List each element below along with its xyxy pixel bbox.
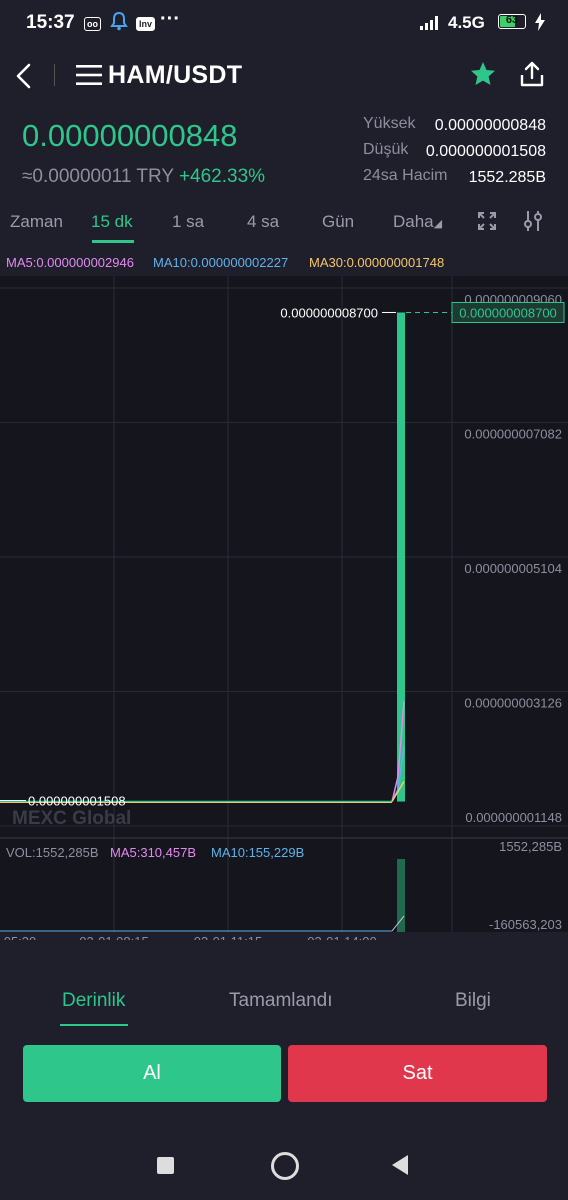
fullscreen-icon[interactable] xyxy=(477,211,497,236)
top-bar: HAM/USDT xyxy=(0,50,568,102)
high-marker-label: 0.000000008700 xyxy=(280,305,378,320)
price-tick-label: 0.000000003126 xyxy=(464,696,562,711)
high-value: 0.00000000848 xyxy=(434,117,546,134)
tab-info[interactable]: Bilgi xyxy=(455,990,491,1012)
share-icon[interactable] xyxy=(519,60,545,93)
volume-max-label: 1552,285B xyxy=(499,839,562,854)
charging-icon xyxy=(534,13,546,36)
favorite-star-icon[interactable] xyxy=(469,60,497,93)
status-time: 15:37 xyxy=(26,12,75,33)
volume-24h-label: 24sa Hacim xyxy=(363,167,448,184)
ma10-label: MA10:0.000000002227 xyxy=(153,255,289,270)
status-bar: 15:37 oo Inv ··· 4.5G 63 xyxy=(0,0,568,46)
price-tick-label: 0.000000005104 xyxy=(464,561,562,576)
bottom-tab-indicator xyxy=(60,1024,128,1026)
recent-apps-icon[interactable] xyxy=(157,1157,174,1174)
price-tick-label: 0.000000007082 xyxy=(464,427,562,442)
back-arrow-icon[interactable] xyxy=(12,62,36,95)
tab-15m[interactable]: 15 dk xyxy=(91,212,133,232)
tab-4h[interactable]: 4 sa xyxy=(247,212,279,232)
signal-icon xyxy=(420,16,442,35)
low-value: 0.000000001508 xyxy=(425,143,546,160)
ma5-label: MA5:0.000000002946 xyxy=(6,255,134,270)
home-icon[interactable] xyxy=(271,1152,299,1180)
kline-svg[interactable]: 0.0000000090600.0000000070820.0000000051… xyxy=(0,276,568,949)
tab-active-indicator xyxy=(92,240,134,243)
battery-icon: 63 xyxy=(498,14,526,29)
triangle-down-icon: ◢ xyxy=(433,218,443,230)
sell-button[interactable]: Sat xyxy=(288,1045,547,1102)
tab-depth[interactable]: Derinlik xyxy=(62,990,125,1012)
volume-bar xyxy=(397,859,405,932)
kline-chart[interactable]: 0.000000009060 0.000000007082 0.0000000051… xyxy=(0,276,568,949)
price-tick-label: 0.000000001148 xyxy=(465,810,562,825)
pair-title[interactable]: HAM/USDT xyxy=(108,61,242,90)
change-percent: +462.33% xyxy=(178,166,266,187)
network-type: 4.5G xyxy=(448,13,485,32)
more-dots-icon: ··· xyxy=(160,8,180,30)
tab-time[interactable]: Zaman xyxy=(10,212,63,232)
inv-app-icon: Inv xyxy=(136,14,156,31)
indicator-settings-icon[interactable] xyxy=(522,209,544,238)
time-tick-label: 03-01 08:15 xyxy=(79,934,148,940)
high-label: Yüksek xyxy=(363,115,416,132)
volume-ma10: MA10:155,229B xyxy=(211,845,304,860)
voicemail-icon: oo xyxy=(84,14,101,31)
price-sub-line: ≈0.00000011 TRY +462.33% xyxy=(22,166,265,188)
time-tick-label: 03-01 11:15 xyxy=(194,934,262,940)
ma-legend: MA5:0.000000002946 MA10:0.000000002227 M… xyxy=(0,248,568,276)
last-price: 0.00000000848 xyxy=(22,118,238,153)
time-tick-label: 05:30 xyxy=(4,934,37,940)
volume-header: VOL:1552,285B xyxy=(6,845,99,860)
tab-1h[interactable]: 1 sa xyxy=(172,212,204,232)
volume-24h-value: 1552.285B xyxy=(468,169,546,186)
try-equivalent: ≈0.00000011 TRY xyxy=(22,166,174,187)
low-marker-label: 0.000000001508 xyxy=(28,794,126,809)
volume-min-label: -160563,203 xyxy=(489,917,562,932)
buy-button[interactable]: Al xyxy=(23,1045,281,1102)
tab-day[interactable]: Gün xyxy=(322,212,354,232)
ma30-label: MA30:0.000000001748 xyxy=(309,255,445,270)
volume-ma5: MA5:310,457B xyxy=(110,845,196,860)
tab-completed[interactable]: Tamamlandı xyxy=(229,990,333,1012)
last-price-tag-label: 0.000000008700 xyxy=(459,305,557,320)
system-nav-bar xyxy=(0,1130,568,1200)
watermark-text: MEXC Global xyxy=(12,808,131,829)
time-tick-label: 03-01 14:00 xyxy=(307,934,376,940)
menu-icon[interactable] xyxy=(76,64,102,91)
spike-candle xyxy=(397,312,405,802)
back-nav-icon[interactable] xyxy=(390,1154,410,1181)
low-label: Düşük xyxy=(363,141,409,158)
header-divider xyxy=(54,64,55,86)
bell-icon xyxy=(110,11,128,34)
tab-more[interactable]: Daha◢ xyxy=(393,212,442,232)
